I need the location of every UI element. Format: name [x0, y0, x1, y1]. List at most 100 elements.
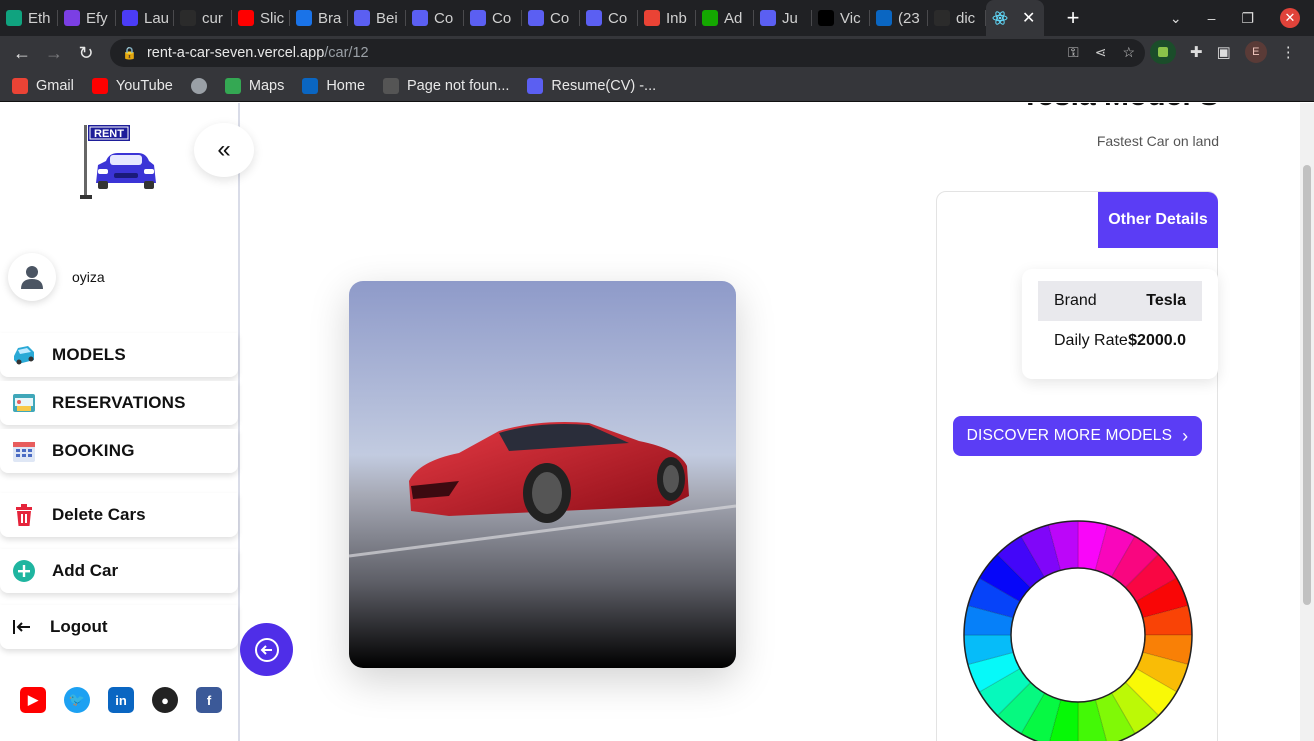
browser-tab[interactable]: Slic: [232, 0, 290, 36]
profile-avatar[interactable]: E: [1244, 41, 1267, 63]
share-icon[interactable]: ⋖: [1095, 44, 1107, 61]
sidebar: RENT oyiza MODELS RESERVATIONS BOOKING D…: [0, 103, 240, 741]
docs-icon: [354, 10, 370, 26]
page-content: RENT oyiza MODELS RESERVATIONS BOOKING D…: [0, 103, 1314, 741]
lock-icon: 🔒: [122, 46, 137, 60]
tab-active[interactable]: ✕: [986, 0, 1044, 36]
calendar-icon: [12, 439, 36, 463]
discover-more-models-button[interactable]: DISCOVER MORE MODELS ›: [953, 416, 1202, 456]
sidebar-item-label: Add Car: [52, 561, 119, 580]
tab-label: Slic: [260, 9, 285, 27]
medium-icon: [818, 10, 834, 26]
bookmark-item[interactable]: Home: [302, 77, 365, 94]
sidepanel-icon[interactable]: ▣: [1217, 43, 1231, 61]
minimize-icon[interactable]: –: [1208, 10, 1216, 26]
browser-tab[interactable]: dic: [928, 0, 986, 36]
browser-tab[interactable]: Co: [522, 0, 580, 36]
collapse-sidebar-button[interactable]: «: [194, 123, 254, 177]
tab-label: Ad: [724, 9, 743, 27]
car-title: Tesla Model S: [1021, 103, 1219, 113]
bookmark-item[interactable]: Resume(CV) -...: [527, 77, 656, 94]
browser-tab[interactable]: Bei: [348, 0, 406, 36]
browser-tab[interactable]: Bra: [290, 0, 348, 36]
reload-icon[interactable]: ↻: [70, 43, 102, 64]
youtube-icon[interactable]: ▶: [20, 687, 46, 713]
extensions-area: ✚ ▣ E ⋮: [1150, 40, 1296, 64]
puzzle-icon[interactable]: ✚: [1190, 43, 1203, 61]
browser-tab[interactable]: Eth: [0, 0, 58, 36]
browser-tab[interactable]: Inb: [638, 0, 696, 36]
scrollbar-thumb[interactable]: [1303, 165, 1311, 605]
efy-icon: [64, 10, 80, 26]
maximize-icon[interactable]: ❐: [1241, 10, 1254, 27]
sidebar-item-booking[interactable]: BOOKING: [0, 429, 238, 473]
facebook-icon[interactable]: f: [196, 687, 222, 713]
browser-tab[interactable]: Co: [406, 0, 464, 36]
sidebar-item-reservations[interactable]: RESERVATIONS: [0, 381, 238, 425]
tab-strip: Eth Efy Lau cur Slic Bra Bei Co Co Co Co Inb Ad Ju Vic…: [0, 0, 986, 36]
close-tab-icon[interactable]: ✕: [1022, 8, 1035, 28]
tab-label: Co: [550, 9, 570, 27]
menu-kebab-icon[interactable]: ⋮: [1281, 43, 1296, 61]
tab-label: Bei: [376, 9, 398, 27]
table-row: Daily Rate $2000.0: [1038, 321, 1202, 361]
sidebar-item-add-car[interactable]: Add Car: [0, 549, 238, 593]
react-icon: [992, 10, 1008, 26]
reservation-icon: [12, 391, 36, 415]
youtube-icon: [91, 77, 108, 94]
bookmark-item[interactable]: Maps: [224, 77, 285, 94]
sidebar-item-delete-cars[interactable]: Delete Cars: [0, 493, 238, 537]
linkedin-icon[interactable]: in: [108, 687, 134, 713]
new-tab-button[interactable]: +: [1058, 5, 1088, 31]
chevron-right-icon: ›: [1182, 425, 1189, 446]
window-controls: ⌄ – ❐ ✕: [1170, 0, 1314, 36]
sidebar-item-label: Delete Cars: [52, 505, 146, 524]
browser-tab[interactable]: Lau: [116, 0, 174, 36]
table-row: Brand Tesla: [1038, 281, 1202, 321]
color-wheel: [963, 520, 1193, 741]
forward-nav-icon[interactable]: →: [38, 43, 70, 64]
browser-tab[interactable]: Co: [580, 0, 638, 36]
browser-tab[interactable]: Co: [464, 0, 522, 36]
bookmark-item[interactable]: Page not foun...: [383, 77, 509, 94]
bookmark-label: Maps: [248, 77, 285, 94]
detail-label-daily-rate: Daily Rate: [1054, 332, 1128, 349]
browser-tab[interactable]: cur: [174, 0, 232, 36]
user-profile[interactable]: oyiza: [8, 253, 105, 301]
extension-icon[interactable]: [1150, 40, 1176, 64]
car-image: [349, 281, 736, 668]
gmail-icon: [644, 10, 660, 26]
bookmark-label: YouTube: [115, 77, 173, 94]
back-nav-icon[interactable]: ←: [6, 43, 38, 64]
url-input[interactable]: 🔒 rent-a-car-seven.vercel.app/car/12 ⚿ ⋖…: [110, 39, 1145, 67]
gmail-icon: [12, 77, 28, 94]
page-scrollbar[interactable]: [1300, 103, 1314, 741]
browser-tab[interactable]: (23: [870, 0, 928, 36]
bookmark-item[interactable]: Gmail: [12, 77, 74, 94]
browser-tab[interactable]: Ju: [754, 0, 812, 36]
tab-label: Co: [434, 9, 454, 27]
tab-label: (23: [898, 9, 920, 27]
browser-tab[interactable]: Vic: [812, 0, 870, 36]
other-details-header: Other Details: [1098, 192, 1218, 248]
back-button[interactable]: [240, 623, 293, 676]
star-icon[interactable]: ☆: [1122, 44, 1135, 61]
key-icon[interactable]: ⚿: [1068, 44, 1079, 61]
trash-icon: [12, 503, 36, 527]
tab-search-icon[interactable]: ⌄: [1170, 10, 1182, 27]
browser-tab[interactable]: Ad: [696, 0, 754, 36]
tab-label: Eth: [28, 9, 51, 27]
bookmark-item[interactable]: YouTube: [91, 77, 173, 94]
sidebar-item-logout[interactable]: Logout: [0, 605, 238, 649]
tab-label: Bra: [318, 9, 342, 27]
bookmark-item[interactable]: [190, 77, 207, 94]
sidebar-item-models[interactable]: MODELS: [0, 333, 238, 377]
github-icon[interactable]: ●: [152, 687, 178, 713]
social-links: ▶ 🐦 in ● f: [20, 687, 222, 713]
sidebar-item-label: Logout: [50, 617, 108, 636]
logo-text: RENT: [94, 128, 124, 140]
twitter-icon[interactable]: 🐦: [64, 687, 90, 713]
browser-tab[interactable]: Efy: [58, 0, 116, 36]
detail-value-brand: Tesla: [1146, 292, 1186, 309]
window-close-icon[interactable]: ✕: [1280, 8, 1300, 28]
